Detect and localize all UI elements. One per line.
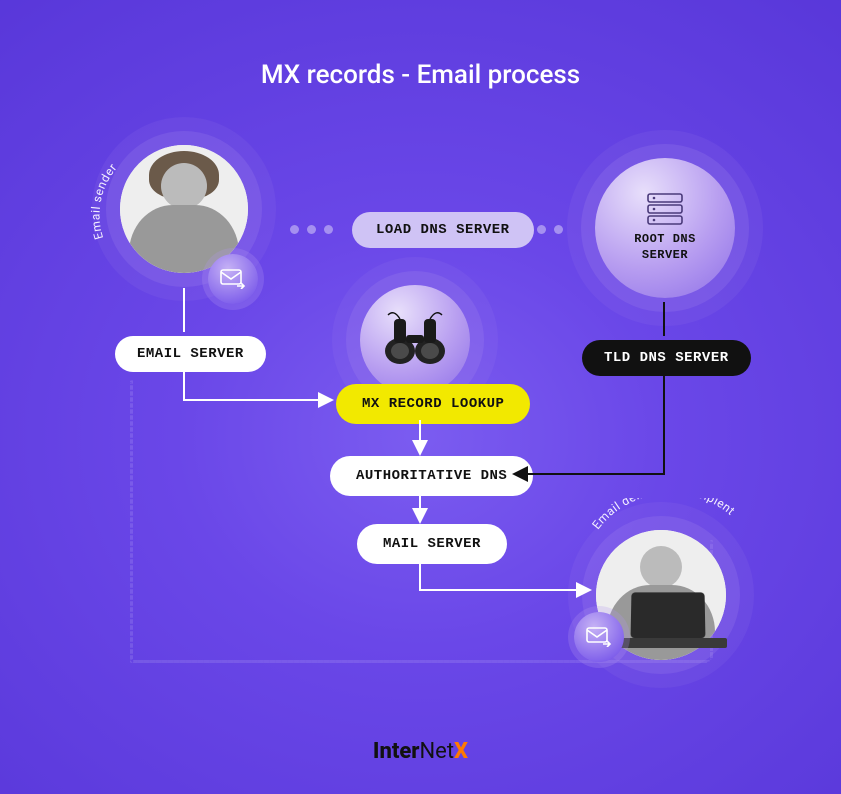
brand-logo: InterNetX: [0, 739, 841, 764]
dots-connector: [290, 225, 333, 234]
envelope-forward-icon: [574, 612, 624, 662]
node-mx-record-lookup: MX RECORD LOOKUP: [336, 384, 530, 424]
envelope-forward-icon: [208, 254, 258, 304]
svg-text:Email sender: Email sender: [88, 161, 119, 242]
node-email-server: EMAIL SERVER: [115, 336, 266, 372]
root-dns-label: ROOT DNSSERVER: [634, 232, 696, 263]
server-stack-icon: [644, 192, 686, 226]
mx-lookup-graphic: [360, 285, 470, 395]
node-authoritative-dns: AUTHORITATIVE DNS: [330, 456, 533, 496]
svg-text:Email delivery to recipient: Email delivery to recipient: [589, 498, 738, 532]
node-mail-server: MAIL SERVER: [357, 524, 507, 564]
diagram-title: MX records - Email process: [0, 60, 841, 90]
node-root-dns-server: ROOT DNSSERVER: [595, 158, 735, 298]
dotted-path-segment: [130, 380, 133, 660]
binoculars-icon: [380, 311, 450, 369]
node-load-dns-server: LOAD DNS SERVER: [352, 212, 534, 248]
sender-curved-label: Email sender: [82, 130, 262, 250]
node-tld-dns-server: TLD DNS SERVER: [582, 340, 751, 376]
